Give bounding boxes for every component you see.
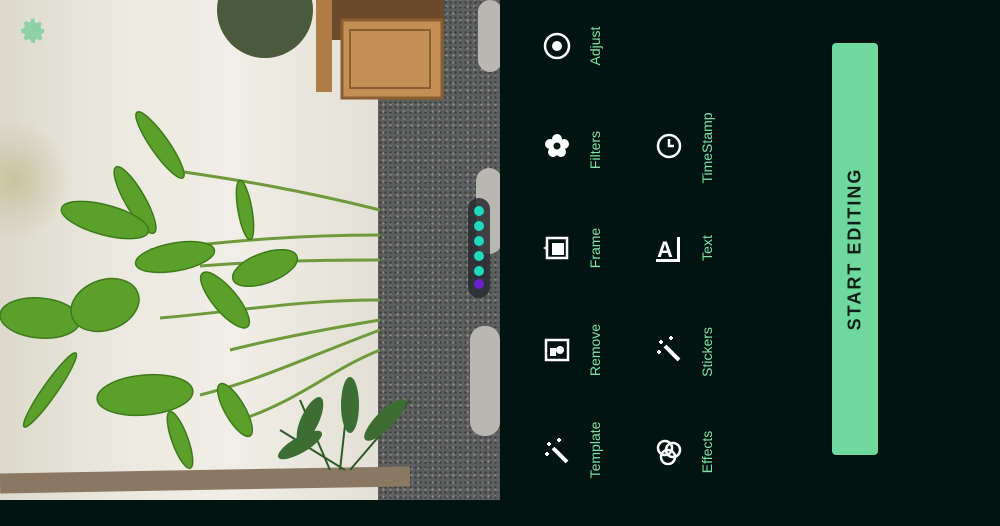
text-icon: A (653, 232, 685, 264)
tool-effects[interactable]: Effects (639, 431, 715, 526)
tool-label: Stickers (699, 327, 715, 377)
tool-template[interactable]: Template (527, 422, 603, 526)
clock-icon (653, 130, 685, 162)
tool-label: Filters (587, 130, 603, 170)
tool-remove[interactable]: Remove (527, 324, 603, 424)
tool-text[interactable]: A Text (639, 232, 715, 322)
template-icon (541, 436, 573, 468)
svg-text:A: A (657, 237, 673, 262)
tool-label: TimeStamp (699, 112, 715, 184)
slider-dot-active[interactable] (474, 279, 484, 289)
tool-label: Frame (587, 227, 603, 269)
intensity-slider[interactable] (468, 198, 490, 298)
plant-illustration (0, 0, 444, 494)
slider-dot[interactable] (474, 236, 484, 246)
start-editing-button[interactable]: START EDITING (832, 43, 878, 455)
tool-stickers[interactable]: Stickers (639, 327, 715, 424)
remove-icon (541, 334, 573, 366)
slider-dot[interactable] (474, 221, 484, 231)
tool-frame[interactable]: Frame (527, 228, 603, 322)
slider-dot[interactable] (474, 266, 484, 276)
tool-label: Remove (587, 323, 603, 377)
effects-icon (653, 436, 685, 468)
filters-icon (541, 130, 573, 162)
tool-label: Text (699, 235, 715, 261)
slider-dot[interactable] (474, 251, 484, 261)
tool-label: Template (587, 421, 603, 479)
slider-dot[interactable] (474, 206, 484, 216)
tool-label: Adjust (587, 26, 603, 66)
start-editing-label: START EDITING (844, 167, 865, 331)
settings-gear-icon[interactable] (18, 16, 48, 46)
stickers-icon (653, 334, 685, 366)
tool-adjust[interactable]: Adjust (527, 27, 603, 120)
photo-preview[interactable] (0, 0, 500, 500)
tool-label: Effects (699, 430, 715, 474)
tool-timestamp[interactable]: TimeStamp (639, 112, 715, 220)
frame-icon (541, 232, 573, 264)
adjust-icon (541, 30, 573, 62)
tool-filters[interactable]: Filters (527, 130, 603, 220)
